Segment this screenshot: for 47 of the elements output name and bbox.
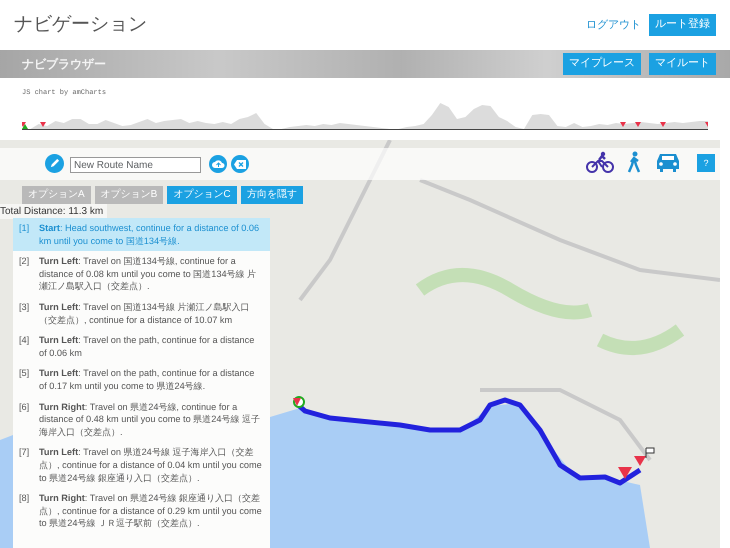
step-text: Turn Left: Travel on 国道134号線 片瀬江ノ島駅入口（交差点）, continue for a distance of 10.07 km xyxy=(39,300,250,326)
step-number: [7] xyxy=(19,446,30,460)
page-title: ナビゲーション xyxy=(14,12,147,37)
option-tab[interactable]: オプションB xyxy=(94,186,164,204)
total-distance: Total Distance: 11.3 km xyxy=(0,204,108,219)
cloud-upload-icon[interactable] xyxy=(209,155,227,173)
direction-step[interactable]: [4] Turn Left: Travel on the path, continue for a distance of 0.06 km xyxy=(13,330,270,364)
option-tab[interactable]: オプションA xyxy=(22,186,91,204)
step-number: [3] xyxy=(19,300,30,314)
clear-icon[interactable] xyxy=(231,155,249,173)
start-marker-icon[interactable] xyxy=(293,396,305,408)
register-route-button[interactable]: ルート登録 xyxy=(649,14,716,36)
step-text: Turn Right: Travel on 県道24号線 銀座通り入口（交差点）, continue for a distance of 0.29 km until you come to 県道24号線 ＪＲ逗子駅前（交差点）. xyxy=(39,492,263,530)
banner-button[interactable]: マイプレース xyxy=(563,53,641,75)
direction-step[interactable]: [5] Turn Left: Travel on the path, continue for a distance of 0.17 km until you come to 県道24号線. xyxy=(13,363,270,397)
walking-person-icon[interactable] xyxy=(626,151,642,173)
banner-button[interactable]: マイルート xyxy=(649,53,716,75)
option-tab[interactable]: オプションC xyxy=(167,186,237,204)
direction-step[interactable]: [8] Turn Right: Travel on 県道24号線 銀座通り入口（交差点）, continue for a distance of 0.29 km until you come to 県道24号線 ＪＲ逗子駅前（交差点）. xyxy=(13,488,270,534)
step-text: Turn Left: Travel on the path, continue for a distance of 0.06 km xyxy=(39,334,256,360)
direction-step[interactable]: [6] Turn Right: Travel on 県道24号線, continue for a distance of 0.48 km until you come to 県道24号線 逗子海岸入口（交差点）. xyxy=(13,396,270,442)
help-button[interactable]: ? xyxy=(697,154,715,172)
step-text: Start: Head southwest, continue for a distance of 0.06 km until you come to 国道134号線. xyxy=(39,222,260,248)
route-name-field[interactable]: New Route Name xyxy=(70,157,201,173)
flag-icon[interactable] xyxy=(646,448,654,458)
step-number: [1] xyxy=(19,222,30,235)
step-number: [5] xyxy=(19,367,30,380)
step-text: Turn Right: Travel on 県道24号線, continue for a distance of 0.48 km until you come to 県道24号線 逗子海岸入口（交差点）. xyxy=(39,400,261,438)
step-number: [4] xyxy=(19,334,30,348)
step-text: Turn Left: Travel on 県道24号線 逗子海岸入口（交差点）, continue for a distance of 0.04 km until you come to 県道24号線 銀座通り入口（交差点）. xyxy=(39,446,263,484)
direction-step[interactable]: [2] Turn Left: Travel on 国道134号線, continue for a distance of 0.08 km until you come to 国道134号線 片瀬江ノ島駅入口（交差点）. xyxy=(13,251,270,297)
direction-step[interactable]: [7] Turn Left: Travel on 県道24号線 逗子海岸入口（交差点）, continue for a distance of 0.04 km until you come to 県道24号線 銀座通り入口（交差点）. xyxy=(13,442,270,488)
step-number: [8] xyxy=(19,492,30,506)
direction-step[interactable]: [1] Start: Head southwest, continue for a distance of 0.06 km until you come to 国道134号線. xyxy=(13,218,270,252)
step-number: [2] xyxy=(19,255,30,268)
pencil-icon[interactable] xyxy=(45,154,64,173)
car-icon[interactable] xyxy=(655,151,681,173)
step-text: Turn Left: Travel on the path, continue for a distance of 0.17 km until you come to 県道24号線. xyxy=(39,367,256,393)
banner-title: ナビブラウザー xyxy=(22,56,106,73)
direction-step[interactable]: [3] Turn Left: Travel on 国道134号線 片瀬江ノ島駅入口（交差点）, continue for a distance of 10.07 km xyxy=(13,296,270,330)
step-text: Turn Left: Travel on 国道134号線, continue for a distance of 0.08 km until you come to 国道134号線 片瀬江ノ島駅入口（交差点）. xyxy=(39,255,258,293)
bicycle-icon[interactable] xyxy=(586,151,614,173)
hide-directions-button[interactable]: 方向を隠す xyxy=(241,186,303,204)
marker-icon[interactable] xyxy=(618,467,632,479)
step-number: [6] xyxy=(19,400,30,414)
logout-link[interactable]: ログアウト xyxy=(586,16,641,34)
marker-icon[interactable] xyxy=(634,456,646,466)
